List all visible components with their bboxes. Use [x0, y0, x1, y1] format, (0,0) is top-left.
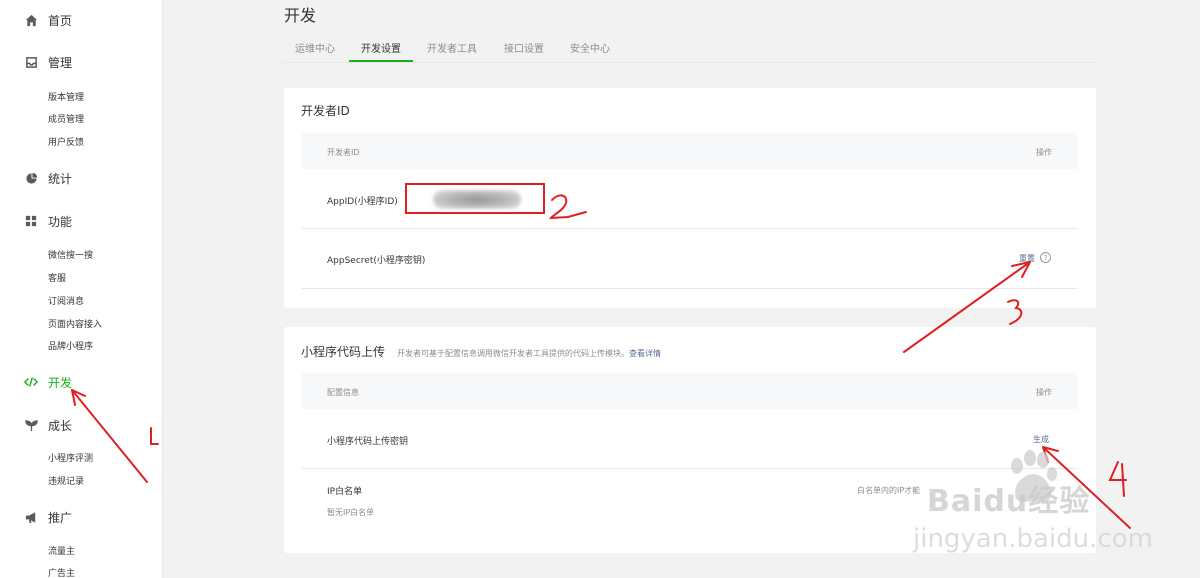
sidebar-item-manage[interactable]: 管理	[24, 52, 72, 72]
view-details-link[interactable]: 查看详情	[629, 349, 661, 358]
tab-security[interactable]: 安全中心	[570, 40, 610, 62]
sidebar-subitem-violation[interactable]: 违规记录	[48, 474, 84, 487]
sidebar-subitem-review[interactable]: 小程序评测	[48, 451, 93, 464]
megaphone-icon	[24, 510, 38, 524]
watermark-url: jingyan.baidu.com	[913, 524, 1153, 554]
sidebar-subitem-traffic[interactable]: 流量主	[48, 544, 75, 557]
sidebar-item-growth[interactable]: 成长	[24, 415, 72, 435]
sidebar-item-develop[interactable]: 开发	[24, 372, 72, 392]
upload-desc-text: 开发者可基于配置信息调用微信开发者工具提供的代码上传模块。	[397, 349, 630, 358]
sidebar-subitem-version[interactable]: 版本管理	[48, 90, 84, 103]
sidebar-subitem-members[interactable]: 成员管理	[48, 112, 84, 125]
header-right: 操作	[1036, 148, 1052, 157]
sidebar-item-label: 推广	[48, 510, 73, 525]
tab-bar: 运维中心 开发设置 开发者工具 接口设置 安全中心	[284, 36, 1096, 63]
appid-value-blurred	[433, 190, 521, 209]
sidebar-item-features[interactable]: 功能	[24, 211, 72, 231]
upload-title: 小程序代码上传	[301, 345, 386, 359]
tab-ops[interactable]: 运维中心	[295, 40, 335, 62]
sidebar-item-label: 管理	[48, 55, 73, 70]
sidebar-item-home[interactable]: 首页	[24, 10, 72, 30]
sidebar-item-label: 成长	[48, 418, 73, 433]
page-title: 开发	[284, 6, 317, 25]
code-icon	[24, 375, 38, 389]
tab-dev-settings[interactable]: 开发设置	[349, 40, 413, 62]
ip-whitelist-empty: 暂无IP白名单	[327, 508, 375, 517]
upload-desc: 开发者可基于配置信息调用微信开发者工具提供的代码上传模块。查看详情	[397, 349, 661, 358]
tab-dev-tools[interactable]: 开发者工具	[427, 40, 477, 62]
sidebar-subitem-advertiser[interactable]: 广告主	[48, 566, 75, 578]
tab-api-settings[interactable]: 接口设置	[504, 40, 544, 62]
sidebar: 首页 管理 版本管理 成员管理 用户反馈 统计 功能 微信搜一搜 客服 订阅消息…	[0, 0, 163, 578]
appid-label: AppID(小程序ID)	[327, 197, 398, 207]
sidebar-subitem-feedback[interactable]: 用户反馈	[48, 135, 84, 148]
question-circle-icon[interactable]: ?	[1040, 252, 1051, 263]
upload-key-label: 小程序代码上传密钥	[327, 437, 409, 447]
table-header: 配置信息 操作	[302, 373, 1077, 409]
pie-chart-icon	[24, 171, 38, 185]
table-header: 开发者ID 操作	[302, 133, 1077, 169]
sidebar-item-promotion[interactable]: 推广	[24, 507, 72, 527]
inbox-icon	[24, 55, 38, 69]
sprout-icon	[24, 418, 38, 432]
panel-title: 开发者ID	[301, 104, 350, 118]
sidebar-subitem-brand[interactable]: 品牌小程序	[48, 339, 93, 352]
grid-icon	[24, 214, 38, 228]
sidebar-item-label: 首页	[48, 13, 73, 28]
sidebar-subitem-subscribe[interactable]: 订阅消息	[48, 294, 84, 307]
appsecret-label: AppSecret(小程序密钥)	[327, 256, 426, 266]
header-left: 配置信息	[327, 388, 359, 397]
watermark-brand: Baidu经验	[927, 484, 1091, 519]
home-icon	[24, 13, 38, 27]
sidebar-item-label: 开发	[48, 375, 73, 390]
panel-title: 小程序代码上传 开发者可基于配置信息调用微信开发者工具提供的代码上传模块。查看详情	[301, 343, 661, 360]
sidebar-item-stats[interactable]: 统计	[24, 168, 72, 188]
table-row-appsecret: AppSecret(小程序密钥) 重置 ?	[302, 229, 1077, 289]
sidebar-subitem-content[interactable]: 页面内容接入	[48, 317, 102, 330]
header-left: 开发者ID	[327, 148, 360, 157]
sidebar-item-label: 功能	[48, 214, 73, 229]
sidebar-subitem-search[interactable]: 微信搜一搜	[48, 248, 93, 261]
sidebar-subitem-service[interactable]: 客服	[48, 271, 66, 284]
ip-whitelist-label: IP白名单	[327, 487, 363, 497]
appid-redacted-box	[405, 183, 545, 214]
header-right: 操作	[1036, 388, 1052, 397]
reset-link[interactable]: 重置	[1019, 253, 1035, 264]
sidebar-item-label: 统计	[48, 171, 73, 186]
